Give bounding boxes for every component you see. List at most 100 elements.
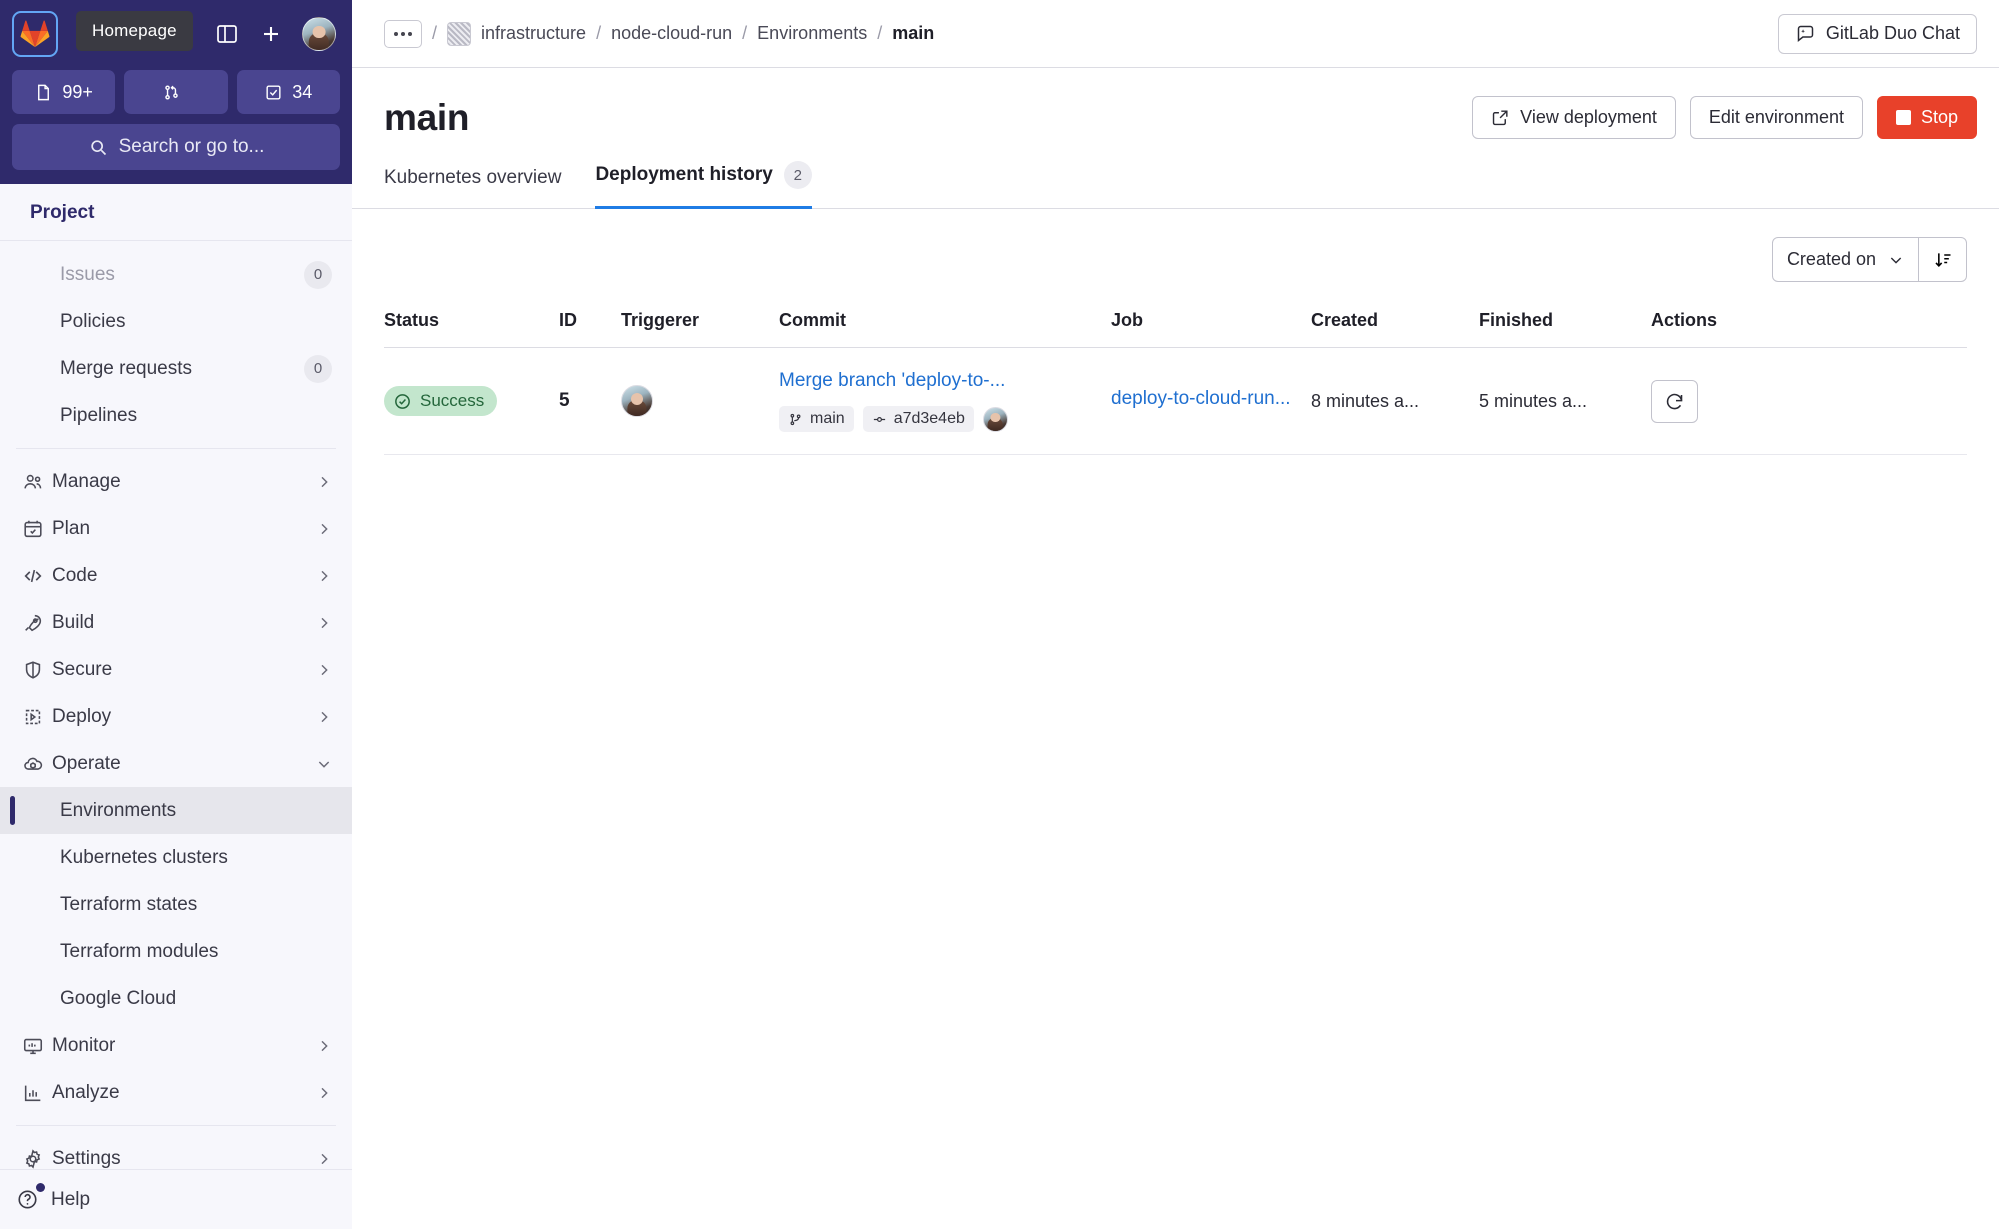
tab-bar: Kubernetes overview Deployment history 2	[352, 139, 1999, 209]
sidebar-item-secure[interactable]: Secure	[0, 646, 352, 693]
breadcrumb-item-environments[interactable]: Environments	[757, 23, 867, 44]
sidebar-item-google-cloud[interactable]: Google Cloud	[0, 975, 352, 1022]
search-input[interactable]: Search or go to...	[12, 124, 340, 170]
user-avatar[interactable]	[302, 17, 336, 51]
sidebar-item-label: Merge requests	[60, 357, 193, 379]
external-link-icon	[1491, 108, 1510, 127]
branch-chip[interactable]: main	[779, 406, 854, 432]
cell-commit: Merge branch 'deploy-to-... main a7d3e4e…	[779, 347, 1111, 455]
chevron-right-icon	[316, 1151, 332, 1167]
sidebar-item-issues[interactable]: Issues 0	[0, 251, 352, 298]
branch-label: main	[810, 410, 845, 427]
analytics-icon	[22, 1082, 52, 1104]
monitor-icon	[22, 1035, 52, 1057]
sidebar-item-label: Issues	[60, 263, 115, 285]
stop-environment-button[interactable]: Stop	[1876, 96, 1977, 139]
commit-title-link[interactable]: Merge branch 'deploy-to-...	[779, 370, 1005, 392]
homepage-tooltip: Homepage	[76, 11, 193, 51]
sidebar-item-analyze[interactable]: Analyze	[0, 1069, 352, 1116]
sidebar-item-terraform-states[interactable]: Terraform states	[0, 881, 352, 928]
chevron-right-icon	[316, 568, 332, 584]
sidebar-item-settings[interactable]: Settings	[0, 1135, 352, 1169]
assigned-issues-count: 99+	[62, 81, 93, 102]
help-notification-dot	[36, 1183, 45, 1192]
gear-icon	[22, 1148, 52, 1170]
job-link[interactable]: deploy-to-cloud-run...	[1111, 388, 1291, 410]
sidebar-header: Homepage 99+ 34 Search or go to...	[0, 0, 352, 184]
table-header-row: Status ID Triggerer Commit Job Created F…	[384, 300, 1967, 348]
sidebar-item-kubernetes-clusters[interactable]: Kubernetes clusters	[0, 834, 352, 881]
duo-chat-label: GitLab Duo Chat	[1825, 23, 1960, 43]
breadcrumb-item-group[interactable]: infrastructure	[481, 23, 586, 44]
sidebar-item-label: Terraform modules	[60, 940, 219, 962]
sidebar-item-terraform-modules[interactable]: Terraform modules	[0, 928, 352, 975]
sidebar-item-label: Environments	[60, 799, 177, 821]
edit-environment-button[interactable]: Edit environment	[1689, 96, 1863, 139]
sidebar-item-label: Help	[51, 1188, 91, 1210]
sidebar-item-label: Code	[52, 564, 98, 586]
sidebar-item-build[interactable]: Build	[0, 599, 352, 646]
users-icon	[22, 471, 52, 493]
cell-id: 5	[559, 347, 621, 455]
sidebar-item-policies[interactable]: Policies	[0, 298, 352, 345]
triggerer-avatar[interactable]	[621, 385, 653, 417]
commit-author-avatar[interactable]	[982, 406, 1008, 432]
column-header-finished: Finished	[1479, 300, 1651, 348]
sort-control-group: Created on	[1771, 237, 1967, 282]
commit-sha-label: a7d3e4eb	[893, 410, 965, 427]
todos-button[interactable]: 34	[236, 70, 340, 114]
tab-deployment-history[interactable]: Deployment history 2	[595, 161, 812, 209]
gitlab-duo-chat-button[interactable]: GitLab Duo Chat	[1777, 13, 1977, 54]
page-header: main View deployment Edit environment St…	[352, 68, 1999, 139]
chevron-right-icon	[316, 1038, 332, 1054]
breadcrumb-separator: /	[596, 23, 602, 43]
breadcrumb-item-project[interactable]: node-cloud-run	[611, 23, 732, 44]
breadcrumb-separator: /	[877, 23, 883, 43]
sidebar-nav: Issues 0 Policies Merge requests 0 Pipel…	[0, 241, 352, 1169]
sidebar-counter-row: 99+ 34	[12, 70, 340, 114]
sidebar-item-label: Operate	[52, 752, 121, 774]
breadcrumb-overflow-button[interactable]	[384, 19, 422, 48]
column-header-created: Created	[1311, 300, 1479, 348]
rocket-icon	[22, 612, 52, 634]
page-title: main	[384, 96, 470, 138]
sidebar-item-operate[interactable]: Operate	[0, 740, 352, 787]
commit-sha-chip[interactable]: a7d3e4eb	[862, 406, 974, 432]
shield-icon	[22, 659, 52, 681]
assigned-issues-button[interactable]: 99+	[12, 70, 116, 114]
view-deployment-button[interactable]: View deployment	[1472, 96, 1676, 139]
sort-field-dropdown[interactable]: Created on	[1773, 238, 1918, 281]
sidebar-item-merge-requests[interactable]: Merge requests 0	[0, 345, 352, 392]
redeploy-button[interactable]	[1651, 379, 1698, 423]
sidebar-item-deploy[interactable]: Deploy	[0, 693, 352, 740]
create-new-icon[interactable]	[258, 21, 284, 47]
todos-count: 34	[292, 81, 313, 102]
assigned-merge-requests-button[interactable]	[124, 70, 228, 114]
toggle-sidebar-icon[interactable]	[214, 21, 240, 47]
sidebar-divider	[16, 448, 336, 449]
sidebar-item-environments[interactable]: Environments	[0, 787, 352, 834]
sidebar-item-help[interactable]: Help	[0, 1169, 352, 1229]
sidebar-item-label: Secure	[52, 658, 113, 680]
sidebar-item-code[interactable]: Code	[0, 552, 352, 599]
tab-label: Kubernetes overview	[384, 167, 562, 188]
sidebar-item-pipelines[interactable]: Pipelines	[0, 392, 352, 439]
chevron-down-icon	[1888, 252, 1904, 268]
status-label: Success	[420, 391, 485, 410]
cell-created: 8 minutes a...	[1311, 347, 1479, 455]
commit-meta: main a7d3e4eb	[779, 406, 1111, 432]
tab-kubernetes-overview[interactable]: Kubernetes overview	[384, 167, 561, 209]
finished-time: 5 minutes a...	[1479, 390, 1588, 411]
breadcrumb-item-current: main	[892, 23, 935, 43]
sidebar-item-manage[interactable]: Manage	[0, 458, 352, 505]
primary-sidebar: Homepage 99+ 34 Search or go to... Proje…	[0, 0, 352, 1229]
sidebar-item-label: Build	[52, 611, 95, 633]
sidebar-item-label: Analyze	[52, 1081, 120, 1103]
sidebar-item-plan[interactable]: Plan	[0, 505, 352, 552]
sort-direction-button[interactable]	[1918, 238, 1966, 281]
check-circle-icon	[393, 392, 412, 411]
column-header-commit: Commit	[779, 300, 1111, 348]
sidebar-item-monitor[interactable]: Monitor	[0, 1022, 352, 1069]
gitlab-logo-button[interactable]	[12, 11, 58, 57]
search-placeholder: Search or go to...	[118, 136, 265, 157]
